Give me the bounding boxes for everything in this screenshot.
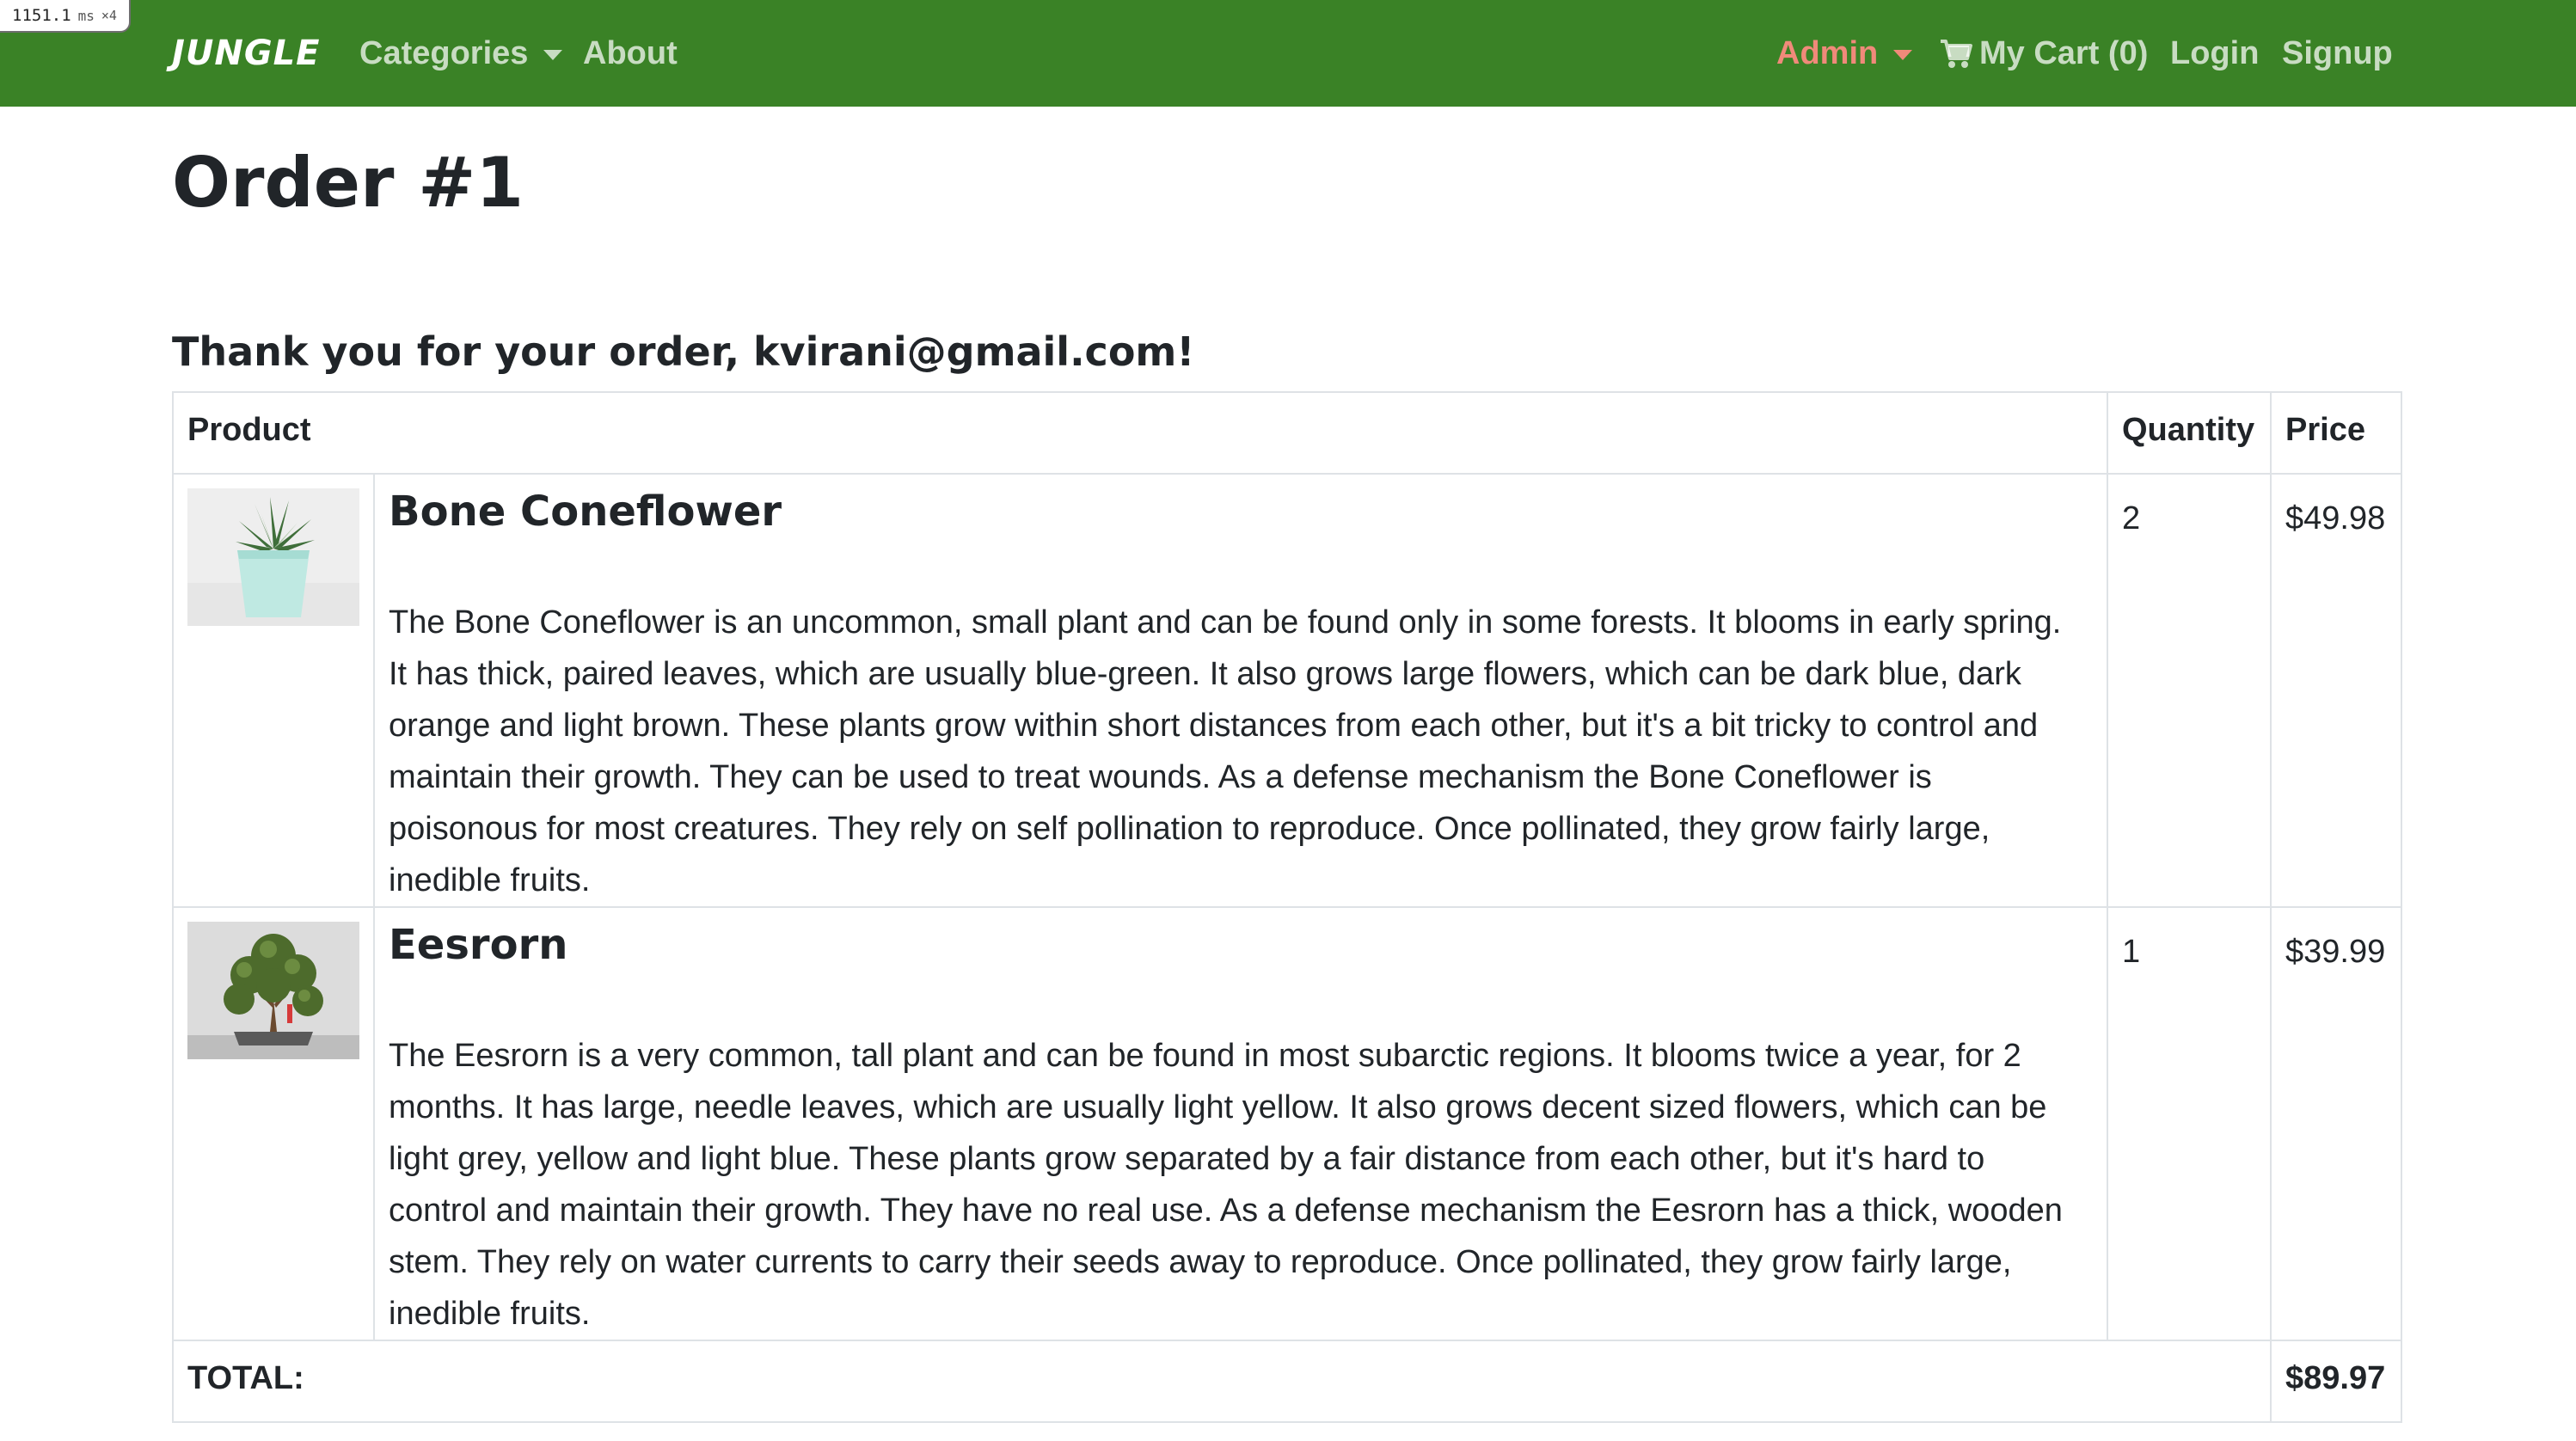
product-description: The Bone Coneflower is an uncommon, smal… [389,604,2062,898]
top-navbar: JUNGLE Categories About Admin My Cart (0… [0,0,2576,107]
about-link[interactable]: About [583,29,678,77]
product-image [187,488,359,626]
thank-you-message: Thank you for your order, kvirani@gmail.… [172,328,1195,375]
product-name: Eesrorn [389,921,568,969]
admin-dropdown[interactable]: Admin [1776,29,1913,77]
product-quantity: 2 [2107,473,2272,908]
product-image-cell [172,906,375,1341]
table-row: Eesrorn The Eesrorn is a very common, ta… [172,906,2402,1341]
product-image [187,922,359,1059]
table-header-row: Product Quantity Price [172,391,2402,475]
render-time-multiplier: ×4 [101,8,117,23]
chevron-down-icon [1893,50,1913,60]
chevron-down-icon [543,50,563,60]
header-quantity: Quantity [2107,391,2272,475]
signup-link[interactable]: Signup [2282,29,2393,77]
product-quantity: 1 [2107,906,2272,1341]
render-time-badge: 1151.1 ms ×4 [0,0,131,33]
brand-logo[interactable]: JUNGLE [172,29,320,77]
render-time-unit: ms [77,7,95,24]
header-product: Product [172,391,2108,475]
total-label: TOTAL: [172,1340,2272,1423]
login-link[interactable]: Login [2170,29,2259,77]
page-title: Order #1 [172,143,524,223]
product-price: $39.99 [2270,906,2402,1341]
product-description: The Eesrorn is a very common, tall plant… [389,1038,2063,1332]
order-table: Product Quantity Price Bone Coneflower T… [172,391,2402,1423]
product-price: $49.98 [2270,473,2402,908]
product-image-cell [172,473,375,908]
render-time-value: 1151.1 [12,6,71,25]
total-value: $89.97 [2270,1340,2402,1423]
shopping-cart-icon [1940,36,1972,71]
product-details-cell: Eesrorn The Eesrorn is a very common, ta… [373,906,2108,1341]
table-row: Bone Coneflower The Bone Coneflower is a… [172,473,2402,908]
categories-label: Categories [359,35,529,71]
product-name: Bone Coneflower [389,487,782,536]
header-price: Price [2270,391,2402,475]
categories-dropdown[interactable]: Categories [359,29,563,77]
my-cart-label: My Cart (0) [1979,35,2149,71]
product-details-cell: Bone Coneflower The Bone Coneflower is a… [373,473,2108,908]
my-cart-link[interactable]: My Cart (0) [1940,29,2148,77]
total-row: TOTAL: $89.97 [172,1340,2402,1423]
admin-label: Admin [1776,35,1879,71]
